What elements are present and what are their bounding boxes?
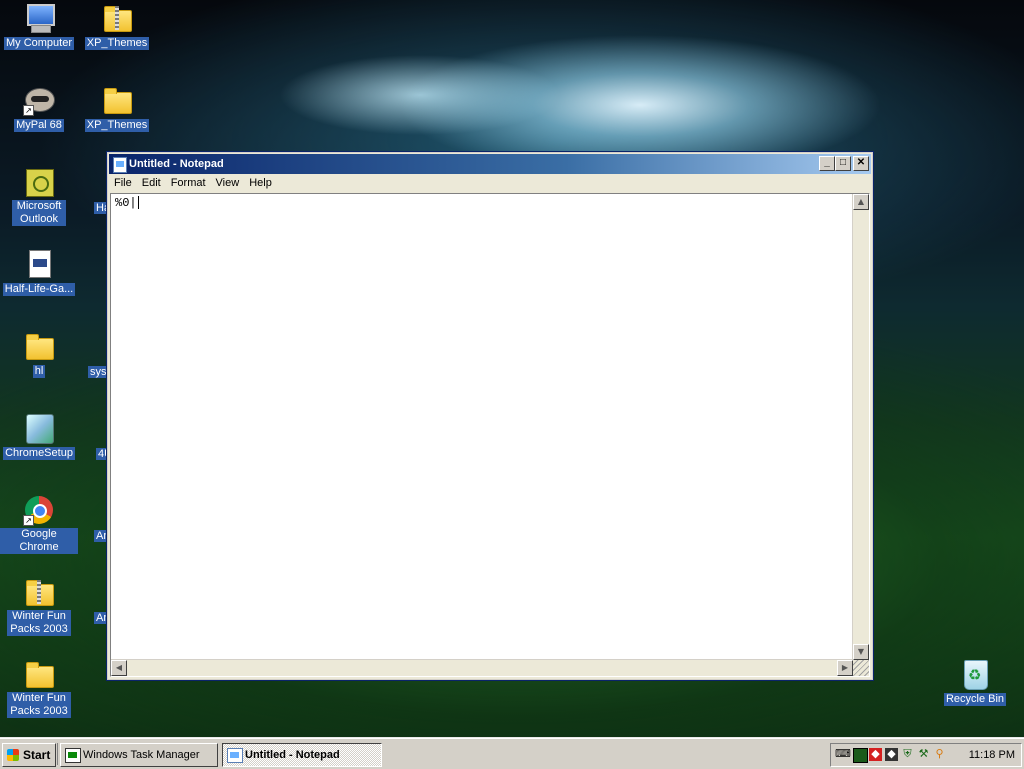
- menu-bar: File Edit Format View Help: [109, 174, 871, 193]
- desktop-icon-winter-fun-folder[interactable]: Winter Fun Packs 2003: [0, 658, 78, 718]
- scroll-up-button[interactable]: ▲: [853, 194, 869, 210]
- start-button[interactable]: Start: [2, 743, 56, 767]
- desktop-icon-recycle-bin[interactable]: Recycle Bin: [936, 658, 1014, 706]
- setup-icon: [23, 412, 55, 444]
- zip-folder-icon: [23, 576, 55, 608]
- zip-folder-icon: [101, 2, 133, 34]
- task-label: Windows Task Manager: [83, 749, 200, 761]
- desktop-icon-outlook[interactable]: Microsoft Outlook: [0, 166, 78, 226]
- desktop-icon-label: XP_Themes: [84, 37, 150, 50]
- desktop-icon-mypal[interactable]: ↗ MyPal 68: [0, 84, 78, 132]
- desktop-icon-label: My Computer: [3, 37, 75, 50]
- task-windows-task-manager[interactable]: Windows Task Manager: [60, 743, 218, 767]
- desktop-icon-google-chrome[interactable]: ↗ Google Chrome: [0, 494, 78, 554]
- notepad-icon: [227, 748, 243, 763]
- desktop-icon-xp-themes-zip[interactable]: XP_Themes: [78, 2, 156, 50]
- desktop-icon-label: Recycle Bin: [943, 693, 1007, 706]
- recycle-bin-icon: [959, 658, 991, 690]
- tool-icon[interactable]: ⚒: [917, 748, 930, 761]
- desktop-icon-label: Google Chrome: [0, 528, 78, 554]
- vertical-scrollbar[interactable]: ▲ ▼: [852, 194, 869, 660]
- menu-format[interactable]: Format: [166, 174, 211, 193]
- mypal-icon: ↗: [23, 84, 55, 116]
- text-caret: [137, 196, 139, 210]
- desktop-icon-label: Half-Life-Ga...: [2, 283, 76, 296]
- menu-help[interactable]: Help: [244, 174, 277, 193]
- clock[interactable]: 11:18 PM: [969, 744, 1015, 766]
- desktop-icon-my-computer[interactable]: My Computer: [0, 2, 78, 50]
- minimize-button[interactable]: _: [819, 156, 835, 171]
- title-bar[interactable]: Untitled - Notepad _ □ ✕: [109, 154, 871, 174]
- scroll-left-button[interactable]: ◀: [111, 660, 127, 676]
- task-label: Untitled - Notepad: [245, 749, 340, 761]
- close-button[interactable]: ✕: [853, 156, 869, 171]
- desktop-icon-winter-fun-zip[interactable]: Winter Fun Packs 2003: [0, 576, 78, 636]
- shield-icon[interactable]: ⛨: [901, 748, 914, 761]
- system-tray: ⌨ ◆ ◆ ⛨ ⚒ ⚲ 11:18 PM: [830, 743, 1022, 767]
- resize-grip[interactable]: [853, 660, 869, 676]
- keyboard-icon[interactable]: ⌨: [835, 748, 851, 761]
- desktop-icon-half-life[interactable]: Half-Life-Ga...: [0, 248, 78, 296]
- desktop-icon-label: hl: [32, 365, 46, 378]
- maximize-button[interactable]: □: [835, 156, 851, 171]
- folder-icon: [23, 658, 55, 690]
- editor-content: %0|: [115, 196, 137, 210]
- red-app-icon[interactable]: ◆: [869, 748, 882, 761]
- computer-icon: [23, 2, 55, 34]
- text-editor-area[interactable]: %0| ▲ ▼ ◀ ▶: [110, 193, 870, 677]
- menu-edit[interactable]: Edit: [137, 174, 166, 193]
- taskbar: Start Windows Task Manager Untitled - No…: [0, 738, 1024, 769]
- network-icon[interactable]: [853, 748, 868, 763]
- document-icon: [23, 248, 55, 280]
- chrome-icon: ↗: [23, 494, 55, 526]
- folder-icon: [23, 330, 55, 362]
- menu-file[interactable]: File: [109, 174, 137, 193]
- outlook-icon: [23, 166, 55, 198]
- desktop-icon-label: Microsoft Outlook: [12, 200, 66, 226]
- desktop-icon-xp-themes-folder[interactable]: XP_Themes: [78, 84, 156, 132]
- task-manager-icon: [65, 748, 81, 763]
- notepad-icon[interactable]: [113, 157, 127, 173]
- desktop-icon-label: Winter Fun Packs 2003: [7, 692, 71, 718]
- scroll-right-button[interactable]: ▶: [837, 660, 853, 676]
- desktop-icon-label: XP_Themes: [84, 119, 150, 132]
- scroll-down-button[interactable]: ▼: [853, 644, 869, 660]
- folder-icon: [101, 84, 133, 116]
- desktop-icon-label: Winter Fun Packs 2003: [7, 610, 71, 636]
- shortcut-arrow-icon: ↗: [23, 515, 34, 526]
- start-label: Start: [23, 748, 51, 762]
- shortcut-arrow-icon: ↗: [23, 105, 34, 116]
- menu-view[interactable]: View: [211, 174, 245, 193]
- notepad-window[interactable]: Untitled - Notepad _ □ ✕ File Edit Format V…: [106, 151, 874, 681]
- horizontal-scrollbar[interactable]: ◀ ▶: [111, 659, 853, 676]
- task-notepad[interactable]: Untitled - Notepad: [222, 743, 382, 767]
- desktop-icon-label: MyPal 68: [14, 119, 64, 132]
- search-icon[interactable]: ⚲: [933, 748, 946, 761]
- desktop-icon-chromesetup[interactable]: ChromeSetup: [0, 412, 78, 460]
- desktop-icon-hl[interactable]: hl: [0, 330, 78, 378]
- windows-logo-icon: [7, 749, 19, 761]
- desktop-icon-label: ChromeSetup: [3, 447, 75, 460]
- window-title: Untitled - Notepad: [129, 158, 224, 170]
- dark-app-icon[interactable]: ◆: [885, 748, 898, 761]
